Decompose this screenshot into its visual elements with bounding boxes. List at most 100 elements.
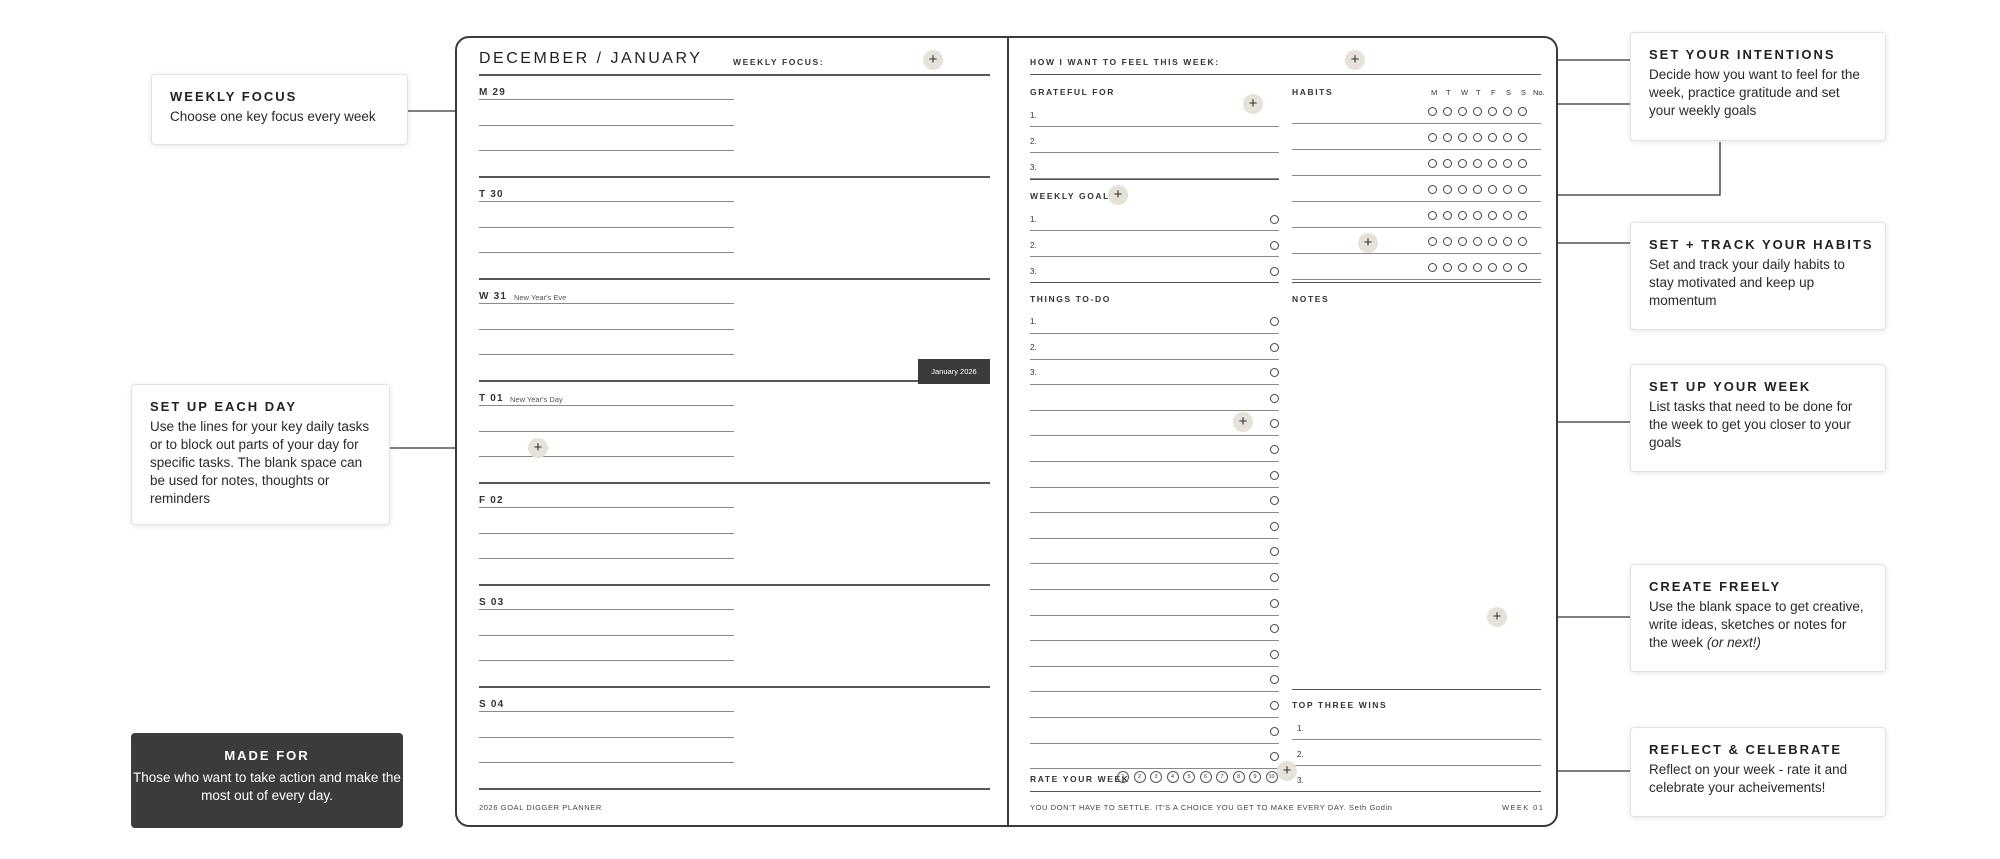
todo-marker[interactable]: + [1233, 412, 1253, 432]
todo-line[interactable] [1030, 589, 1279, 590]
habit-line[interactable] [1292, 123, 1541, 124]
todo-checkbox[interactable] [1270, 649, 1279, 659]
habit-circle[interactable] [1503, 185, 1512, 194]
rate-circle[interactable]: 7 [1216, 771, 1228, 783]
daily-lines-marker[interactable]: + [528, 438, 548, 458]
habit-circle[interactable] [1428, 159, 1437, 168]
writing-line[interactable] [479, 99, 734, 100]
habit-circle[interactable] [1443, 237, 1452, 246]
habit-circle[interactable] [1428, 133, 1437, 142]
habit-line[interactable] [1292, 201, 1541, 202]
habit-circle[interactable] [1488, 263, 1497, 272]
goal-checkbox[interactable] [1270, 267, 1279, 276]
win-line[interactable] [1292, 765, 1541, 766]
feel-marker[interactable]: + [1345, 50, 1365, 70]
todo-line[interactable] [1030, 614, 1279, 616]
habit-line[interactable] [1292, 279, 1541, 280]
writing-line[interactable] [479, 660, 734, 661]
habit-circle[interactable] [1428, 211, 1437, 220]
habit-circle[interactable] [1473, 263, 1482, 272]
habit-circle[interactable] [1518, 211, 1527, 220]
todo-line[interactable] [1030, 640, 1279, 642]
todo-checkbox[interactable] [1270, 598, 1279, 608]
goal-line[interactable] [1030, 256, 1279, 257]
todo-checkbox[interactable] [1270, 342, 1279, 352]
goal-line[interactable] [1030, 230, 1279, 231]
writing-line[interactable] [479, 609, 734, 610]
rate-circle[interactable]: 1 [1117, 771, 1129, 783]
writing-line[interactable] [479, 558, 734, 559]
habit-circle[interactable] [1458, 211, 1467, 220]
notes-marker[interactable]: + [1487, 607, 1507, 627]
todo-line[interactable] [1030, 358, 1279, 360]
habit-circle[interactable] [1473, 211, 1482, 220]
writing-line[interactable] [479, 431, 734, 432]
writing-line[interactable] [479, 201, 734, 202]
grateful-marker[interactable]: + [1243, 94, 1263, 114]
writing-line[interactable] [479, 533, 734, 534]
goals-marker[interactable]: + [1108, 185, 1128, 205]
habit-circle[interactable] [1428, 237, 1437, 246]
habit-line[interactable] [1292, 253, 1541, 254]
todo-line[interactable] [1030, 512, 1279, 514]
habit-circle[interactable] [1518, 107, 1527, 116]
habit-circle[interactable] [1473, 159, 1482, 168]
habit-circle[interactable] [1518, 263, 1527, 272]
habit-circle[interactable] [1458, 159, 1467, 168]
writing-line[interactable] [479, 635, 734, 636]
habit-circle[interactable] [1518, 237, 1527, 246]
writing-line[interactable] [479, 227, 734, 228]
habit-circle[interactable] [1443, 185, 1452, 194]
habit-circle[interactable] [1473, 237, 1482, 246]
habits-marker[interactable]: + [1358, 233, 1378, 253]
grateful-line[interactable] [1030, 126, 1279, 127]
rate-circle[interactable]: 10 [1265, 771, 1278, 783]
todo-line[interactable] [1030, 537, 1279, 539]
habit-circle[interactable] [1503, 133, 1512, 142]
habit-line[interactable] [1292, 227, 1541, 228]
todo-line[interactable] [1030, 691, 1279, 693]
writing-line[interactable] [479, 405, 734, 406]
habit-circle[interactable] [1473, 185, 1482, 194]
habit-circle[interactable] [1488, 237, 1497, 246]
todo-line[interactable] [1030, 665, 1279, 667]
habit-circle[interactable] [1458, 107, 1467, 116]
todo-checkbox[interactable] [1270, 317, 1279, 326]
habit-circle[interactable] [1518, 159, 1527, 168]
habit-line[interactable] [1292, 149, 1541, 150]
writing-line[interactable] [479, 354, 734, 355]
writing-line[interactable] [479, 303, 734, 304]
reflect-marker[interactable]: + [1277, 761, 1297, 781]
todo-line[interactable] [1030, 384, 1279, 386]
habit-circle[interactable] [1443, 263, 1452, 272]
habit-circle[interactable] [1458, 263, 1467, 272]
habit-circle[interactable] [1488, 107, 1497, 116]
todo-line[interactable] [1030, 486, 1279, 488]
habit-circle[interactable] [1488, 211, 1497, 220]
habit-circle[interactable] [1473, 107, 1482, 116]
habit-circle[interactable] [1503, 263, 1512, 272]
habit-circle[interactable] [1488, 185, 1497, 194]
habit-circle[interactable] [1458, 133, 1467, 142]
todo-checkbox[interactable] [1270, 701, 1279, 710]
todo-checkbox[interactable] [1270, 445, 1279, 454]
habit-circle[interactable] [1473, 133, 1482, 142]
todo-line[interactable] [1030, 563, 1279, 565]
todo-line[interactable] [1030, 333, 1279, 334]
writing-line[interactable] [479, 762, 734, 763]
writing-line[interactable] [479, 507, 734, 508]
grateful-line[interactable] [1030, 152, 1279, 153]
win-line[interactable] [1292, 739, 1541, 740]
habit-circle[interactable] [1428, 185, 1437, 194]
habit-line[interactable] [1292, 175, 1541, 176]
todo-line[interactable] [1030, 717, 1279, 718]
rate-circle[interactable]: 5 [1183, 771, 1195, 783]
todo-line[interactable] [1030, 461, 1279, 462]
rate-circle[interactable]: 6 [1199, 771, 1212, 783]
habit-circle[interactable] [1443, 107, 1452, 116]
todo-checkbox[interactable] [1270, 470, 1279, 480]
todo-line[interactable] [1030, 435, 1279, 437]
weekly-focus-marker[interactable]: + [923, 50, 943, 70]
todo-checkbox[interactable] [1270, 573, 1279, 582]
todo-line[interactable] [1030, 768, 1279, 770]
